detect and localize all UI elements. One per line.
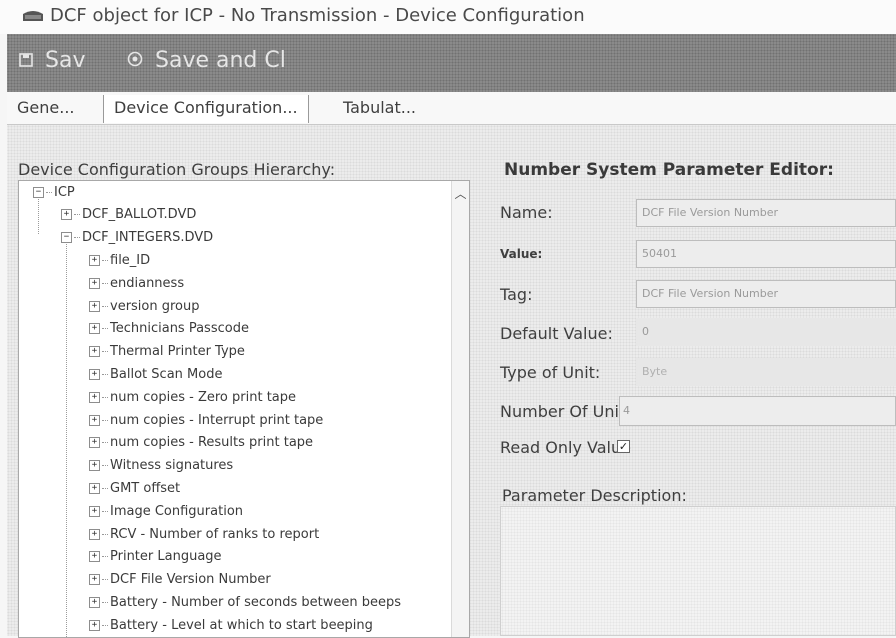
tree-item-label: ICP [54, 185, 75, 200]
read-only-label: Read Only Value [500, 438, 631, 457]
tree-item-label: GMT offset [110, 481, 181, 496]
tree-item-label: DCF_INTEGERS.DVD [82, 230, 214, 245]
tab-tabulation[interactable]: Tabulat... [343, 95, 416, 121]
tag-field[interactable]: DCF File Version Number [636, 280, 896, 308]
tree-item[interactable]: + Image Configuration [89, 500, 243, 523]
tree-item[interactable]: + Ballot Scan Mode [89, 363, 222, 386]
expand-icon[interactable]: + [89, 415, 100, 426]
tree-item[interactable]: + endianness [89, 272, 184, 295]
tree-item-label: Technicians Passcode [110, 321, 249, 336]
value-field[interactable]: 50401 [636, 240, 896, 268]
tree-item[interactable]: + GMT offset [89, 477, 180, 500]
tree-item[interactable]: + DCF File Version Number [89, 568, 271, 591]
tree-item-label: Battery - Number of seconds between beep… [110, 595, 401, 610]
app-window-icon [23, 11, 43, 21]
tree-item[interactable]: + RCV - Number of ranks to report [89, 523, 319, 546]
default-value-field[interactable]: 0 [636, 318, 896, 346]
tree-item-label: RCV - Number of ranks to report [110, 527, 320, 542]
expand-icon[interactable]: + [89, 369, 100, 380]
tree-item[interactable]: + Thermal Printer Type [89, 340, 245, 363]
toolbar: Sav Save and Cl [7, 34, 896, 93]
tree-item-label: Battery - Level at which to start beepin… [110, 618, 373, 633]
tree-item[interactable]: + Battery - Level at which to start beepi… [89, 614, 373, 637]
circle-dot-icon [127, 48, 143, 73]
number-of-units-field[interactable]: 4 [619, 396, 896, 426]
tree-item-label: Thermal Printer Type [110, 344, 245, 359]
value-label: Value: [500, 247, 543, 261]
tree-item[interactable]: + num copies - Interrupt print tape [89, 409, 323, 432]
save-and-close-button[interactable]: Save and Cl [127, 45, 286, 75]
editor-title: Number System Parameter Editor: [504, 160, 834, 180]
hierarchy-label: Device Configuration Groups Hierarchy: [18, 160, 336, 179]
parameter-description-label: Parameter Description: [502, 486, 687, 505]
hierarchy-tree[interactable]: − ICP + DCF_BALLOT.DVD − DCF_INTEGERS.DV… [18, 180, 470, 638]
expand-icon[interactable]: + [89, 255, 100, 266]
tree-guide-line [66, 241, 67, 637]
expand-icon[interactable]: + [89, 574, 100, 585]
tree-item[interactable]: + Technicians Passcode [89, 317, 249, 340]
expand-icon[interactable]: + [89, 392, 100, 403]
expand-icon[interactable]: + [89, 301, 100, 312]
save-and-close-label: Save and Cl [155, 47, 286, 73]
parameter-description-field[interactable] [500, 506, 896, 636]
tree-item-label: endianness [110, 276, 185, 291]
tree-item[interactable]: + file_ID [89, 249, 150, 272]
expand-icon[interactable]: + [89, 460, 100, 471]
tree-item-root[interactable]: − ICP [33, 181, 75, 204]
expand-icon[interactable]: + [89, 437, 100, 448]
tree-item-label: Image Configuration [110, 504, 244, 519]
tree-item-label: Printer Language [110, 549, 222, 564]
tree-item[interactable]: + Witness signatures [89, 454, 233, 477]
tree-item-label: Witness signatures [110, 458, 234, 473]
type-of-unit-label: Type of Unit: [500, 363, 601, 382]
expand-icon[interactable]: + [89, 506, 100, 517]
expand-icon[interactable]: + [89, 483, 100, 494]
name-label: Name: [500, 203, 553, 222]
tree-item-label: num copies - Results print tape [110, 435, 314, 450]
expand-icon[interactable]: + [89, 346, 100, 357]
title-bar: DCF object for ICP - No Transmission - D… [0, 0, 896, 34]
tree-item-label: version group [110, 299, 200, 314]
collapse-icon[interactable]: − [33, 187, 44, 198]
read-only-checkbox[interactable]: ✓ [617, 440, 630, 453]
tree-scrollbar[interactable]: ︿ [451, 181, 469, 637]
default-value-label: Default Value: [500, 324, 613, 343]
expand-icon[interactable]: + [89, 278, 100, 289]
tree-item[interactable]: + version group [89, 295, 200, 318]
collapse-icon[interactable]: − [61, 232, 72, 243]
tag-label: Tag: [500, 285, 533, 304]
expand-icon[interactable]: + [89, 529, 100, 540]
tree-item-label: DCF_BALLOT.DVD [82, 207, 197, 222]
expand-icon[interactable]: + [89, 620, 100, 631]
save-button[interactable]: Sav [19, 45, 85, 75]
number-of-units-label: Number Of Unit [500, 402, 626, 421]
tree-item-dcf-integers[interactable]: − DCF_INTEGERS.DVD [61, 226, 213, 249]
tree-item[interactable]: + num copies - Results print tape [89, 431, 313, 454]
tab-general[interactable]: Gene... [17, 95, 74, 121]
tree-item-dcf-ballot[interactable]: + DCF_BALLOT.DVD [61, 203, 196, 226]
name-field[interactable]: DCF File Version Number [636, 199, 896, 227]
tree-item-label: file_ID [110, 253, 151, 268]
tree-item-label: num copies - Interrupt print tape [110, 413, 324, 428]
window-title: DCF object for ICP - No Transmission - D… [50, 5, 585, 26]
save-button-label: Sav [45, 47, 86, 73]
tab-device-configuration[interactable]: Device Configuration... [103, 95, 309, 123]
expand-icon[interactable]: + [89, 551, 100, 562]
tree-item-label: Ballot Scan Mode [110, 367, 223, 382]
tree-item[interactable]: + Battery - Number of seconds between bee… [89, 591, 401, 614]
tree-item-label: num copies - Zero print tape [110, 390, 297, 405]
expand-icon[interactable]: + [89, 597, 100, 608]
tree-item[interactable]: + num copies - Zero print tape [89, 386, 296, 409]
type-of-unit-field[interactable]: Byte [636, 358, 896, 386]
expand-icon[interactable]: + [89, 323, 100, 334]
scroll-up-arrow-icon[interactable]: ︿ [454, 185, 466, 637]
tab-bar: Gene... Device Configuration... Tabulat.… [7, 92, 896, 125]
floppy-disk-icon [19, 48, 33, 73]
expand-icon[interactable]: + [61, 209, 72, 220]
tree-item[interactable]: + Printer Language [89, 545, 222, 568]
tree-item-label: DCF File Version Number [110, 572, 271, 587]
